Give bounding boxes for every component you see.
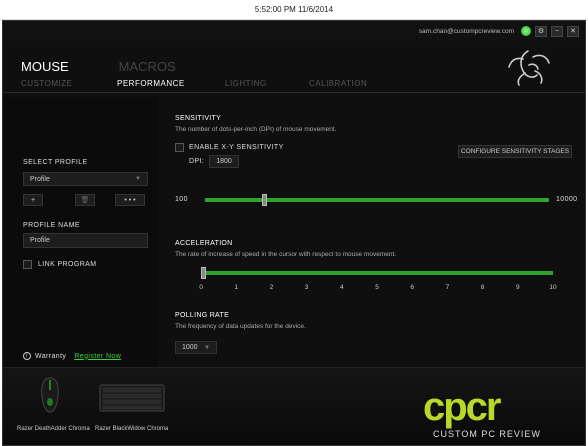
register-now-link[interactable]: Register Now [74, 353, 121, 360]
cpcr-watermark: cpcr CUSTOM PC REVIEW [423, 385, 585, 445]
tab-performance[interactable]: PERFORMANCE [99, 79, 207, 92]
sub-nav: CUSTOMIZE PERFORMANCE LIGHTING CALIBRATI… [3, 79, 585, 93]
custom-pc-review-text: CUSTOM PC REVIEW [433, 429, 541, 439]
profile-dropdown[interactable]: Profile ▼ [23, 172, 148, 186]
acceleration-tick-label: 10 [549, 284, 557, 291]
info-icon: i [23, 352, 31, 360]
chevron-down-icon: ▼ [135, 176, 141, 182]
polling-rate-dropdown[interactable]: 1000 ▼ [175, 341, 217, 354]
warranty-label: Warranty [35, 352, 67, 360]
chevron-down-icon: ▼ [204, 344, 210, 351]
polling-rate-title: POLLING RATE [175, 312, 230, 319]
more-options-button[interactable]: • • • [115, 194, 145, 206]
sensitivity-slider-thumb[interactable] [262, 194, 268, 206]
minimize-button[interactable]: − [551, 25, 563, 37]
polling-rate-desc: The frequency of data updates for the de… [175, 323, 306, 330]
acceleration-tick-label: 8 [480, 284, 485, 291]
acceleration-tick-label: 7 [445, 284, 450, 291]
sensitivity-desc: The number of dots-per-inch (DPI) of mou… [175, 126, 337, 133]
acceleration-tick-label: 4 [339, 284, 344, 291]
acceleration-tick-label: 5 [375, 284, 379, 291]
gear-icon[interactable]: ⚙ [535, 25, 547, 37]
acceleration-tick-label: 3 [304, 284, 309, 291]
account-email[interactable]: sam.chan@custompcreview.com [419, 28, 514, 35]
close-button[interactable]: ✕ [567, 25, 579, 37]
xy-sensitivity-label: ENABLE X-Y SENSITIVITY [189, 144, 284, 151]
cpcr-logo: cpcr [423, 385, 501, 429]
taskbar-clock: 5:52:00 PM 11/6/2014 [0, 0, 588, 20]
select-profile-label: SELECT PROFILE [23, 159, 88, 166]
profile-name-input[interactable]: Profile [23, 233, 148, 248]
polling-rate-value: 1000 [182, 344, 198, 351]
sensitivity-min-label: 100 [175, 196, 188, 203]
tab-customize[interactable]: CUSTOMIZE [3, 79, 99, 92]
profile-dropdown-value: Profile [30, 175, 50, 183]
device-name-blackwidow[interactable]: Razer BlackWidow Chroma [95, 426, 168, 432]
acceleration-tick-label: 9 [515, 284, 520, 291]
warranty-row: i Warranty Register Now [23, 352, 121, 360]
acceleration-tick-label: 2 [269, 284, 274, 291]
acceleration-desc: The rate of increase of speed in the cur… [175, 251, 397, 258]
dpi-label: DPI: [189, 158, 205, 165]
delete-profile-button[interactable]: 🗑 [75, 194, 95, 206]
acceleration-slider-thumb[interactable] [201, 267, 206, 279]
main-nav: MOUSE MACROS [21, 59, 176, 74]
configure-sensitivity-stages-button[interactable]: CONFIGURE SENSITIVITY STAGES [458, 145, 572, 158]
tab-macros[interactable]: MACROS [119, 59, 176, 74]
tab-mouse[interactable]: MOUSE [21, 59, 69, 74]
mouse-device-icon[interactable] [39, 376, 61, 414]
acceleration-slider-track[interactable] [201, 271, 553, 275]
tab-calibration[interactable]: CALIBRATION [291, 79, 391, 92]
link-program-checkbox[interactable] [23, 260, 32, 269]
profile-name-label: PROFILE NAME [23, 222, 80, 229]
sync-status-icon [521, 26, 531, 36]
keyboard-device-icon[interactable] [99, 384, 165, 412]
tab-lighting[interactable]: LIGHTING [207, 79, 291, 92]
acceleration-tick-label: 1 [234, 284, 238, 291]
device-name-deathadder[interactable]: Razer DeathAdder Chroma [17, 426, 90, 432]
sensitivity-max-label: 10000 [556, 196, 578, 203]
acceleration-tick-label: 6 [410, 284, 414, 291]
link-program-label: LINK PROGRAM [38, 261, 97, 268]
sensitivity-title: SENSITIVITY [175, 115, 222, 122]
sensitivity-slider-track[interactable] [205, 198, 549, 202]
window-header: sam.chan@custompcreview.com ⚙ − ✕ [3, 21, 585, 41]
add-profile-button[interactable]: + [23, 194, 43, 206]
acceleration-tick-label: 0 [199, 284, 203, 291]
synapse-window: sam.chan@custompcreview.com ⚙ − ✕ MOUSE … [2, 20, 586, 446]
xy-sensitivity-checkbox[interactable] [175, 143, 184, 152]
dpi-input[interactable]: 1800 [209, 155, 239, 168]
acceleration-title: ACCELERATION [175, 240, 233, 247]
